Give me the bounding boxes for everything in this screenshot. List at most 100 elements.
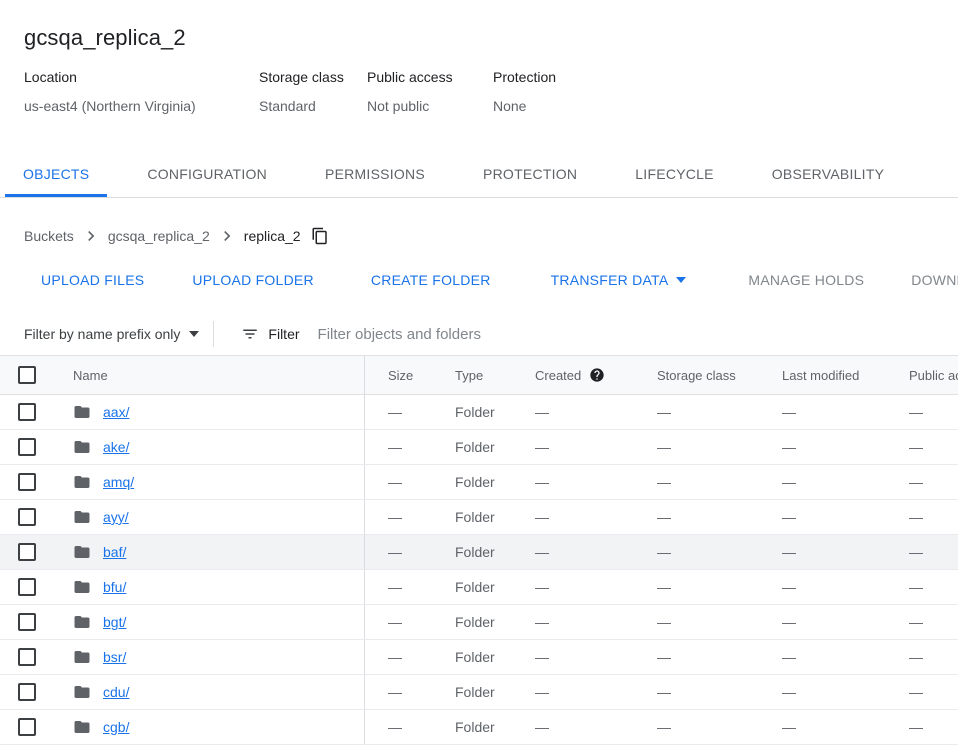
filter-scope-dropdown[interactable]: Filter by name prefix only: [24, 326, 199, 342]
cell-type: Folder: [432, 719, 512, 735]
row-checkbox[interactable]: [18, 718, 36, 736]
cell-size: —: [365, 439, 432, 455]
cell-public-access: —: [886, 544, 958, 560]
meta-protection: Protection None: [493, 67, 556, 116]
column-header-type: Type: [432, 368, 512, 383]
table-row: amq/ — Folder — — — —: [0, 465, 958, 500]
cell-last-modified: —: [759, 684, 886, 700]
folder-link[interactable]: baf/: [103, 544, 126, 560]
folder-link[interactable]: bgt/: [103, 614, 126, 630]
row-checkbox[interactable]: [18, 403, 36, 421]
row-checkbox[interactable]: [18, 648, 36, 666]
row-checkbox[interactable]: [18, 508, 36, 526]
breadcrumb-current-folder: replica_2: [244, 228, 301, 244]
tab-label: PROTECTION: [483, 166, 577, 182]
row-checkbox[interactable]: [18, 438, 36, 456]
upload-files-button[interactable]: UPLOAD FILES: [29, 265, 156, 295]
tab-permissions[interactable]: PERMISSIONS: [307, 150, 443, 197]
cell-created: —: [512, 614, 634, 630]
filter-objects-input[interactable]: [316, 325, 958, 344]
objects-toolbar: UPLOAD FILES UPLOAD FOLDER CREATE FOLDER…: [0, 265, 958, 295]
cell-type: Folder: [432, 474, 512, 490]
upload-folder-button[interactable]: UPLOAD FOLDER: [180, 265, 326, 295]
table-row: aax/ — Folder — — — —: [0, 395, 958, 430]
row-checkbox[interactable]: [18, 543, 36, 561]
vertical-divider: [213, 321, 214, 347]
cell-size: —: [365, 719, 432, 735]
meta-location: Location us-east4 (Northern Virginia): [24, 67, 259, 116]
help-icon[interactable]: [589, 367, 605, 383]
folder-link[interactable]: ake/: [103, 439, 129, 455]
button-label: DOWNLOAD: [911, 272, 958, 288]
cell-last-modified: —: [759, 439, 886, 455]
tab-protection[interactable]: PROTECTION: [465, 150, 595, 197]
tab-label: LIFECYCLE: [635, 166, 714, 182]
column-header-storage-class: Storage class: [634, 368, 759, 383]
cell-storage-class: —: [634, 614, 759, 630]
button-label: CREATE FOLDER: [371, 272, 491, 288]
cell-storage-class: —: [634, 439, 759, 455]
transfer-data-button[interactable]: TRANSFER DATA: [539, 265, 699, 295]
breadcrumb-bucket-name[interactable]: gcsqa_replica_2: [108, 228, 210, 244]
cell-public-access: —: [886, 404, 958, 420]
create-folder-button[interactable]: CREATE FOLDER: [359, 265, 503, 295]
folder-icon: [73, 718, 91, 736]
button-label: MANAGE HOLDS: [748, 272, 864, 288]
tab-observability[interactable]: OBSERVABILITY: [754, 150, 902, 197]
cell-storage-class: —: [634, 579, 759, 595]
folder-link[interactable]: bsr/: [103, 649, 126, 665]
cell-public-access: —: [886, 719, 958, 735]
cell-size: —: [365, 544, 432, 560]
cell-size: —: [365, 614, 432, 630]
table-row: cdu/ — Folder — — — —: [0, 675, 958, 710]
meta-label: Storage class: [259, 67, 367, 87]
cell-created: —: [512, 404, 634, 420]
column-header-name: Name: [73, 368, 108, 383]
row-checkbox[interactable]: [18, 613, 36, 631]
meta-value: Standard: [259, 96, 367, 116]
cell-storage-class: —: [634, 649, 759, 665]
folder-link[interactable]: aax/: [103, 404, 129, 420]
cell-size: —: [365, 579, 432, 595]
folder-link[interactable]: cgb/: [103, 719, 129, 735]
table-row: bsr/ — Folder — — — —: [0, 640, 958, 675]
chevron-right-icon: [81, 226, 101, 246]
cell-last-modified: —: [759, 579, 886, 595]
tab-objects[interactable]: OBJECTS: [5, 150, 107, 197]
row-checkbox[interactable]: [18, 578, 36, 596]
manage-holds-button[interactable]: MANAGE HOLDS: [736, 265, 876, 295]
tab-lifecycle[interactable]: LIFECYCLE: [617, 150, 732, 197]
cell-size: —: [365, 404, 432, 420]
tab-bar: OBJECTS CONFIGURATION PERMISSIONS PROTEC…: [0, 150, 958, 198]
cell-last-modified: —: [759, 719, 886, 735]
download-button[interactable]: DOWNLOAD: [899, 265, 958, 295]
select-all-checkbox[interactable]: [18, 366, 36, 384]
folder-link[interactable]: ayy/: [103, 509, 129, 525]
cell-storage-class: —: [634, 404, 759, 420]
folder-icon: [73, 543, 91, 561]
cell-type: Folder: [432, 684, 512, 700]
cell-type: Folder: [432, 544, 512, 560]
row-checkbox[interactable]: [18, 683, 36, 701]
cell-created: —: [512, 544, 634, 560]
cell-created: —: [512, 474, 634, 490]
cell-public-access: —: [886, 649, 958, 665]
column-header-last-modified: Last modified: [759, 368, 886, 383]
button-label: TRANSFER DATA: [551, 272, 669, 288]
cell-last-modified: —: [759, 649, 886, 665]
row-checkbox[interactable]: [18, 473, 36, 491]
column-header-size: Size: [365, 368, 432, 383]
copy-path-button[interactable]: [311, 227, 329, 245]
breadcrumb-buckets[interactable]: Buckets: [24, 228, 74, 244]
cell-type: Folder: [432, 439, 512, 455]
folder-icon: [73, 648, 91, 666]
table-row: baf/ — Folder — — — —: [0, 535, 958, 570]
meta-value: None: [493, 96, 556, 116]
folder-link[interactable]: cdu/: [103, 684, 129, 700]
table-row: bfu/ — Folder — — — —: [0, 570, 958, 605]
folder-link[interactable]: bfu/: [103, 579, 126, 595]
cell-public-access: —: [886, 509, 958, 525]
cell-storage-class: —: [634, 474, 759, 490]
folder-link[interactable]: amq/: [103, 474, 134, 490]
tab-configuration[interactable]: CONFIGURATION: [129, 150, 285, 197]
